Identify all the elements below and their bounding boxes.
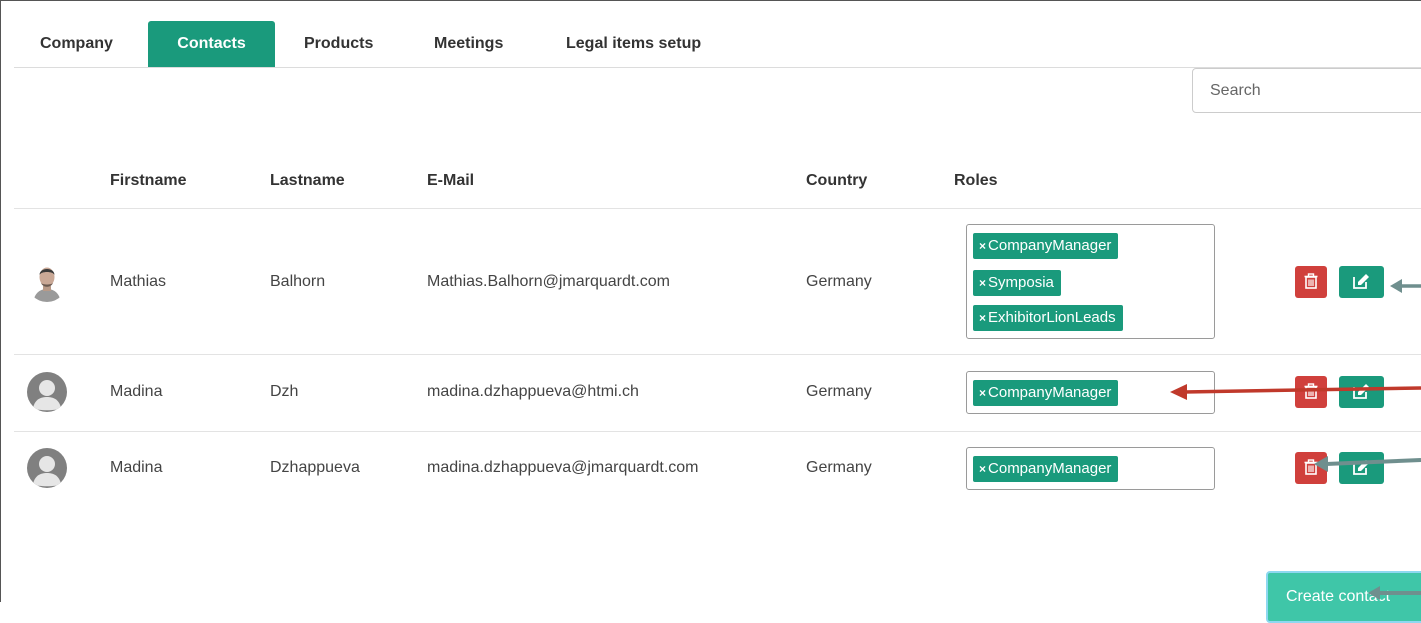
tab-legal-items-setup[interactable]: Legal items setup (540, 21, 727, 67)
header-divider (14, 208, 1421, 209)
cell-country: Germany (806, 273, 872, 290)
role-tag-label: CompanyManager (988, 384, 1112, 401)
cell-email: madina.dzhappueva@jmarquardt.com (427, 459, 699, 476)
row-divider (14, 431, 1421, 432)
edit-button[interactable] (1339, 266, 1384, 298)
remove-tag-icon[interactable]: × (979, 311, 986, 325)
role-tag-label: ExhibitorLionLeads (988, 309, 1116, 326)
annotation-arrow-icon (1368, 586, 1421, 600)
avatar (27, 372, 67, 412)
user-photo-icon (27, 262, 67, 302)
user-icon (33, 456, 61, 487)
row-divider (14, 354, 1421, 355)
annotation-arrow-icon (1390, 279, 1421, 293)
role-tag: × ExhibitorLionLeads (973, 305, 1123, 331)
search-input[interactable] (1192, 68, 1421, 113)
remove-tag-icon[interactable]: × (979, 386, 986, 400)
tab-meetings[interactable]: Meetings (408, 21, 529, 67)
tab-contacts[interactable]: Contacts (148, 21, 275, 67)
roles-select[interactable]: × CompanyManager (966, 447, 1215, 490)
avatar (27, 262, 67, 302)
role-tag-label: Symposia (988, 274, 1054, 291)
cell-lastname: Dzh (270, 383, 299, 400)
remove-tag-icon[interactable]: × (979, 462, 986, 476)
column-header-email[interactable]: E-Mail (427, 172, 474, 190)
cell-country: Germany (806, 383, 872, 400)
column-header-roles: Roles (954, 172, 998, 189)
roles-select[interactable]: × CompanyManager × Symposia × ExhibitorLion… (966, 224, 1215, 339)
column-header-lastname[interactable]: Lastname (270, 172, 345, 190)
role-tag: × CompanyManager (973, 380, 1119, 406)
cell-email: madina.dzhappueva@htmi.ch (427, 383, 639, 400)
delete-button[interactable] (1295, 266, 1327, 298)
tab-bar: Company Contacts Products Meetings Legal… (14, 21, 1421, 68)
edit-icon (1353, 274, 1369, 289)
trash-icon (1304, 273, 1318, 289)
cell-email: Mathias.Balhorn@jmarquardt.com (427, 273, 671, 290)
tab-company[interactable]: Company (14, 21, 139, 67)
avatar (27, 448, 67, 488)
role-tag-label: CompanyManager (988, 237, 1112, 254)
role-tag: × CompanyManager (973, 456, 1119, 482)
column-header-country[interactable]: Country (806, 172, 867, 190)
remove-tag-icon[interactable]: × (979, 276, 986, 290)
cell-lastname: Balhorn (270, 273, 326, 290)
remove-tag-icon[interactable]: × (979, 239, 986, 253)
cell-country: Germany (806, 459, 872, 476)
tab-products[interactable]: Products (278, 21, 399, 67)
annotation-arrow-icon (1170, 384, 1421, 400)
cell-firstname: Madina (110, 459, 163, 476)
role-tag: × CompanyManager (973, 233, 1119, 259)
role-tag-label: CompanyManager (988, 460, 1112, 477)
column-header-firstname[interactable]: Firstname (110, 172, 186, 190)
cell-firstname: Madina (110, 383, 163, 400)
role-tag: × Symposia (973, 270, 1061, 296)
cell-firstname: Mathias (110, 273, 167, 290)
cell-lastname: Dzhappueva (270, 459, 360, 476)
annotation-arrow-icon (1314, 456, 1421, 472)
user-icon (33, 380, 61, 411)
